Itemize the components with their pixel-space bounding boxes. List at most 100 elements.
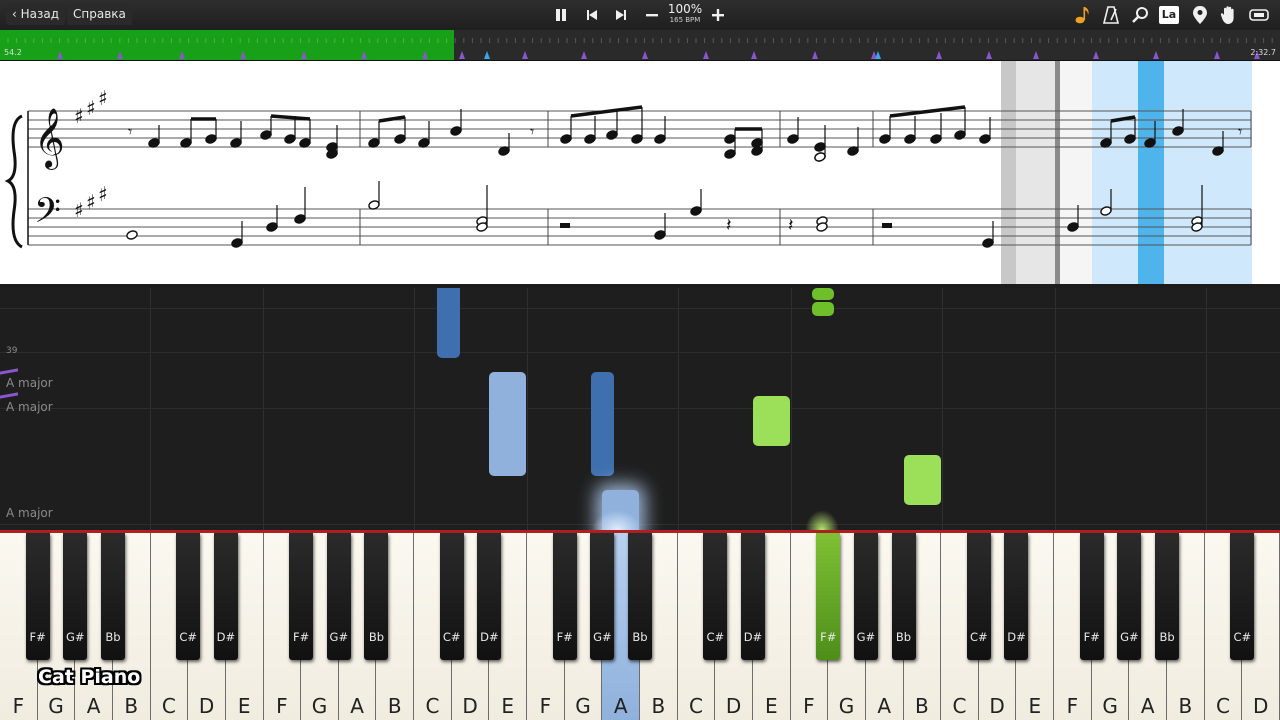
black-key-bb[interactable]: Bb [891, 533, 916, 660]
svg-text:♯: ♯ [74, 104, 84, 128]
cat-piano-logo: Cat Piano [38, 666, 141, 688]
black-key-fsharp[interactable]: F# [816, 533, 841, 660]
black-key-fsharp[interactable]: F# [289, 533, 314, 660]
black-key-gsharp[interactable]: G# [1117, 533, 1142, 660]
note-head [266, 222, 278, 232]
black-key-csharp[interactable]: C# [966, 533, 991, 660]
key-label: Bb [368, 630, 385, 644]
black-key-bb[interactable]: Bb [628, 533, 652, 660]
bookmark-marker [301, 51, 307, 59]
black-key-gsharp[interactable]: G# [590, 533, 615, 660]
note-head [450, 126, 462, 136]
back-button[interactable]: ‹ Назад [6, 4, 66, 25]
metronome-icon[interactable] [1100, 4, 1122, 26]
pause-icon[interactable] [550, 4, 572, 26]
key-label: C# [442, 630, 461, 644]
skip-forward-icon[interactable] [610, 4, 632, 26]
roll-grid-line [791, 288, 792, 530]
key-label: C# [969, 630, 988, 644]
key-label: D [198, 694, 215, 718]
svg-text:♯: ♯ [98, 86, 108, 110]
note-head [982, 238, 994, 248]
note-icon[interactable] [1071, 4, 1093, 26]
black-key-gsharp[interactable]: G# [63, 533, 88, 660]
key-label: D [1252, 694, 1269, 718]
black-key-bb[interactable]: Bb [364, 533, 389, 660]
key-label: F# [29, 630, 46, 644]
quarter-rest-icon: 𝄽 [788, 215, 794, 236]
note-head [584, 134, 596, 144]
roll-measure-line [0, 408, 1280, 409]
bookmark-marker [1153, 51, 1159, 59]
zoom-in-button[interactable] [707, 4, 729, 26]
skip-back-icon[interactable] [581, 4, 603, 26]
falling-note [812, 302, 834, 316]
svg-text:♯: ♯ [98, 182, 108, 206]
note-beam [270, 114, 311, 121]
bookmark-marker [422, 51, 428, 59]
black-key-csharp[interactable]: C# [1230, 533, 1255, 660]
page-edge-shadow [1001, 61, 1016, 284]
help-button[interactable]: Справка [67, 4, 132, 25]
black-key-bb[interactable]: Bb [100, 533, 125, 660]
note-head [814, 152, 826, 162]
note-head [879, 134, 891, 144]
key-label: F# [556, 630, 573, 644]
roll-grid-line [942, 288, 943, 530]
loop-marker [484, 51, 490, 59]
black-key-fsharp[interactable]: F# [1079, 533, 1104, 660]
roll-grid-line [678, 288, 679, 530]
zoom-out-button[interactable] [641, 4, 663, 26]
black-key-csharp[interactable]: C# [703, 533, 728, 660]
bookmark-marker [703, 51, 709, 59]
key-label: G [1102, 694, 1118, 718]
key-label: D [462, 694, 478, 718]
black-key-csharp[interactable]: C# [439, 533, 464, 660]
key-label: E [237, 694, 251, 718]
key-label: F [539, 694, 552, 718]
note-head [724, 134, 736, 144]
key-label: G# [1120, 630, 1139, 644]
key-label: D# [480, 630, 499, 644]
black-key-dsharp[interactable]: D# [477, 533, 502, 660]
search-icon[interactable] [1129, 4, 1151, 26]
note-head [231, 238, 243, 248]
key-change-marker [0, 392, 18, 399]
key-label: A [877, 694, 892, 718]
black-key-gsharp[interactable]: G# [326, 533, 351, 660]
note-head [814, 142, 826, 152]
key-label: A major [6, 376, 53, 390]
hand-icon[interactable] [1218, 4, 1240, 26]
whole-rest [882, 223, 892, 228]
chevron-left-icon: ‹ [12, 7, 21, 21]
la-button[interactable]: La [1158, 4, 1180, 26]
black-key-dsharp[interactable]: D# [1004, 533, 1029, 660]
key-label: A [613, 694, 628, 718]
black-key-bb[interactable]: Bb [1155, 533, 1180, 660]
black-key-fsharp[interactable]: F# [25, 533, 50, 660]
piano-roll: 39 A major A major A major [0, 288, 1280, 530]
timeline-scrubber[interactable]: 54.2 2:32.7 [0, 30, 1280, 61]
black-key-dsharp[interactable]: D# [213, 533, 238, 660]
note-head [606, 130, 618, 140]
timeline-markers [7, 38, 1273, 59]
black-key-csharp[interactable]: C# [176, 533, 201, 660]
brace [4, 114, 23, 249]
back-label: Назад [20, 7, 60, 21]
bookmark-marker [57, 51, 63, 59]
score-svg: 𝄞 𝄢 ♯ ♯ ♯ ♯ ♯ ♯ 𝄾 𝄾 𝄾𝄽 𝄽 [4, 61, 1252, 284]
black-key-gsharp[interactable]: G# [853, 533, 878, 660]
piano-keyboard[interactable]: F G A B C D E F G A B C D E F G A B C D E F G A B C D E F G A B C D F# G# Bb… [0, 530, 1280, 720]
key-label: B [124, 694, 139, 718]
sheet-music: 𝄞 𝄢 ♯ ♯ ♯ ♯ ♯ ♯ 𝄾 𝄾 𝄾 𝄽 𝄽 [0, 61, 1280, 284]
key-label: A [86, 694, 101, 718]
hit-glow-green [805, 510, 839, 530]
loop-icon[interactable] [1248, 4, 1270, 26]
key-label: E [1028, 694, 1042, 718]
bookmark-marker [642, 51, 648, 59]
pin-icon[interactable] [1189, 4, 1211, 26]
black-key-dsharp[interactable]: D# [740, 533, 765, 660]
black-key-fsharp[interactable]: F# [552, 533, 577, 660]
roll-grid-line [414, 288, 415, 530]
key-label: C [425, 694, 440, 718]
